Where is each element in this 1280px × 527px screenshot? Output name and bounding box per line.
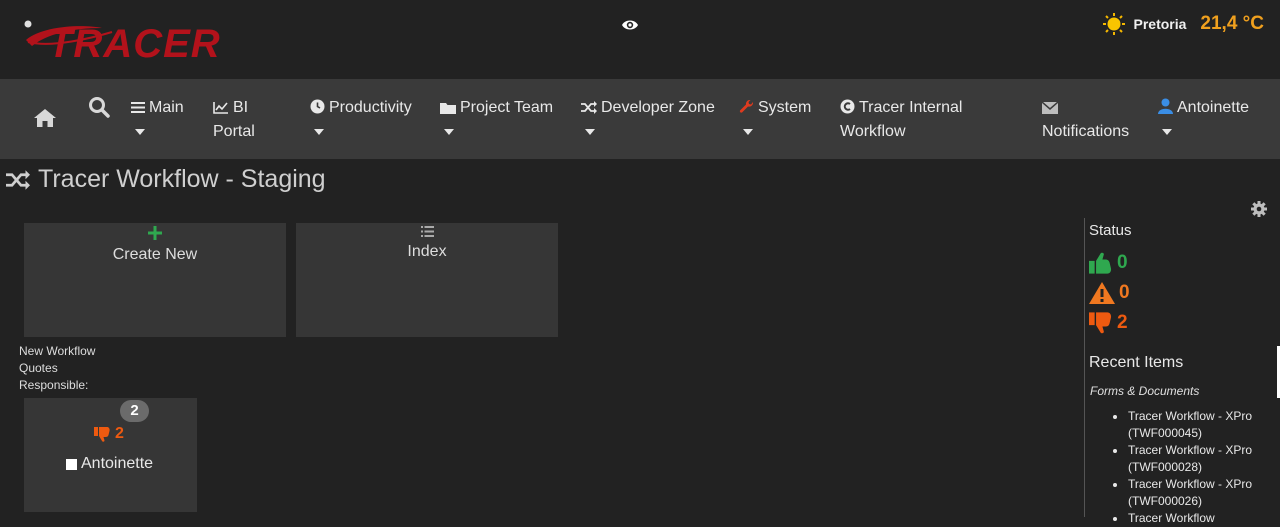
envelope-icon (1042, 102, 1058, 114)
nav-tracer-internal-label-2: Workflow (840, 123, 906, 140)
nav-main-label: Main (149, 99, 184, 116)
user-icon (1158, 98, 1173, 114)
info-new-workflow: New Workflow (19, 344, 96, 358)
home-icon[interactable] (33, 108, 57, 128)
recent-item-code: (TWF000045) (1128, 426, 1203, 440)
top-bar: TRACER Pretoria 21,4 °C (0, 0, 1280, 79)
index-label: Index (407, 243, 447, 260)
thumbs-up-icon (1089, 252, 1112, 274)
recent-item[interactable]: Tracer Workflow - XPro (TWF000026) (1110, 476, 1280, 510)
nav-project-team-label: Project Team (460, 99, 554, 116)
nav-developer-zone-label: Developer Zone (601, 99, 715, 116)
logo-text: TRACER (48, 22, 221, 66)
chevron-down-icon (585, 129, 595, 135)
nav-tracer-internal-workflow[interactable]: Tracer Internal Workflow (840, 96, 962, 144)
chevron-down-icon (314, 129, 324, 135)
nav-tracer-internal-label: Tracer Internal (859, 99, 963, 116)
search-icon[interactable] (88, 96, 110, 118)
status-thumbs-up: 0 (1089, 252, 1128, 274)
recent-item-code: (TWF000028) (1128, 460, 1203, 474)
info-quotes: Quotes (19, 361, 58, 375)
page-title-text: Tracer Workflow - Staging (38, 165, 326, 193)
nav-main[interactable]: Main (131, 96, 184, 135)
recent-items-list: Tracer Workflow - XPro (TWF000045) Tracer… (1110, 408, 1280, 527)
create-new-tile[interactable]: Create New (24, 223, 286, 337)
person-name: Antoinette (81, 455, 154, 472)
shuffle-icon (6, 169, 30, 190)
nav-project-team[interactable]: Project Team (440, 96, 553, 135)
nav-bi-portal[interactable]: BI Portal (213, 96, 255, 144)
responsible-person-tile[interactable]: 2 2 Antoinette (24, 398, 197, 512)
warning-icon (1089, 282, 1115, 304)
person-thumbs-down: 2 (94, 425, 124, 443)
chevron-down-icon (1162, 129, 1172, 135)
weather-city: Pretoria (1133, 16, 1187, 32)
chart-icon (213, 102, 228, 114)
warning-count: 0 (1119, 282, 1130, 303)
recent-item[interactable]: Tracer Workflow - XPro (TWF000028) (1110, 442, 1280, 476)
gear-icon[interactable] (1251, 201, 1267, 217)
main-navbar: Main BI Portal Productivity Project Team… (0, 79, 1280, 159)
thumbs-down-icon (94, 426, 110, 442)
wrench-icon (739, 99, 754, 113)
thumbs-up-count: 0 (1117, 252, 1128, 273)
create-new-label: Create New (112, 246, 198, 263)
status-thumbs-down: 2 (1089, 312, 1128, 334)
thumbs-down-count: 2 (115, 425, 124, 442)
folder-icon (440, 103, 456, 114)
nav-developer-zone[interactable]: Developer Zone (581, 96, 715, 135)
weather-widget: Pretoria 21,4 °C (1102, 12, 1264, 36)
recent-items-title: Recent Items (1089, 354, 1184, 371)
eye-icon[interactable] (621, 18, 639, 32)
recent-item-code: (TWF000026) (1128, 494, 1203, 508)
status-title: Status (1089, 222, 1132, 239)
weather-temperature: 21,4 °C (1200, 13, 1264, 34)
thumbs-down-icon (1089, 312, 1112, 334)
chevron-down-icon (135, 129, 145, 135)
chevron-down-icon (444, 129, 454, 135)
recent-item-title: Tracer Workflow - XPro (1128, 409, 1253, 423)
recent-item-title: Tracer Workflow - XPro (1128, 477, 1253, 491)
person-checkbox[interactable] (66, 458, 77, 470)
plus-icon (148, 226, 162, 240)
shuffle-icon (581, 101, 597, 114)
thumbs-down-count: 2 (1117, 312, 1128, 333)
nav-user-label: Antoinette (1177, 99, 1250, 116)
nav-productivity-label: Productivity (329, 99, 412, 116)
nav-user-menu[interactable]: Antoinette (1158, 96, 1249, 135)
bars-icon (131, 102, 145, 113)
nav-system[interactable]: System (739, 96, 811, 135)
list-icon (420, 226, 434, 237)
right-sidebar: Status 0 0 2 Recent Items Forms & Docume… (1084, 218, 1280, 525)
nav-bi-label: BI (233, 99, 249, 116)
clock-icon (310, 99, 325, 114)
forms-documents-label: Forms & Documents (1090, 384, 1200, 398)
recent-item-title: Tracer Workflow (1128, 511, 1215, 525)
count-badge: 2 (120, 400, 149, 422)
index-tile[interactable]: Index (296, 223, 558, 337)
recent-item[interactable]: Tracer Workflow (1110, 510, 1280, 527)
status-warning: 0 (1089, 282, 1130, 304)
circle-c-icon (840, 99, 855, 114)
info-responsible: Responsible: (19, 378, 89, 392)
recent-item-title: Tracer Workflow - XPro (1128, 443, 1253, 457)
nav-notifications[interactable]: Notifications (1042, 96, 1129, 144)
tracer-logo[interactable]: TRACER (22, 18, 222, 70)
nav-productivity[interactable]: Productivity (310, 96, 412, 135)
chevron-down-icon (743, 129, 753, 135)
nav-bi-label-2: Portal (213, 123, 255, 140)
page-title: Tracer Workflow - Staging (6, 165, 326, 194)
nav-notifications-label: Notifications (1042, 123, 1130, 140)
nav-system-label: System (758, 99, 812, 116)
sun-icon (1102, 13, 1125, 35)
person-name-row: Antoinette (66, 455, 153, 473)
recent-item[interactable]: Tracer Workflow - XPro (TWF000045) (1110, 408, 1280, 442)
